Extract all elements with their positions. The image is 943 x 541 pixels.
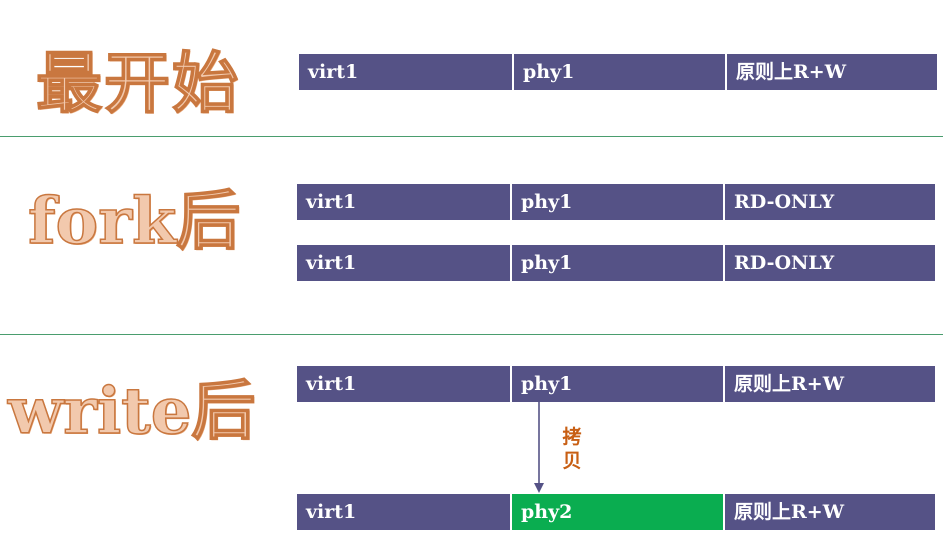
section-title-start: 最开始 xyxy=(35,44,240,122)
permission-cell: 原则上R+W xyxy=(723,366,935,402)
section-title-fork: fork后 xyxy=(27,184,241,259)
copy-label: 拷贝 xyxy=(562,426,582,472)
page-table-row-fork-child: virt1 phy1 RD-ONLY xyxy=(297,245,935,281)
virtual-page-cell: virt1 xyxy=(299,54,512,90)
page-table-row-write-copy: virt1 phy2 原则上R+W xyxy=(297,494,935,530)
virtual-page-cell: virt1 xyxy=(297,245,510,281)
virtual-page-cell: virt1 xyxy=(297,366,510,402)
virtual-page-cell: virt1 xyxy=(297,494,510,530)
new-physical-page-cell: phy2 xyxy=(510,494,723,530)
physical-page-cell: phy1 xyxy=(512,54,725,90)
page-table-row-fork-parent: virt1 phy1 RD-ONLY xyxy=(297,184,935,220)
page-table-row-write-original: virt1 phy1 原则上R+W xyxy=(297,366,935,402)
permission-cell: RD-ONLY xyxy=(723,245,935,281)
physical-page-cell: phy1 xyxy=(510,184,723,220)
physical-page-cell: phy1 xyxy=(510,366,723,402)
permission-cell: 原则上R+W xyxy=(723,494,935,530)
page-table-row-start: virt1 phy1 原则上R+W xyxy=(299,54,937,90)
section-title-write: write后 xyxy=(7,374,256,449)
virtual-page-cell: virt1 xyxy=(297,184,510,220)
physical-page-cell: phy1 xyxy=(510,245,723,281)
permission-cell: 原则上R+W xyxy=(725,54,937,90)
section-divider xyxy=(0,136,943,137)
section-divider xyxy=(0,334,943,335)
permission-cell: RD-ONLY xyxy=(723,184,935,220)
copy-arrow xyxy=(534,402,544,493)
